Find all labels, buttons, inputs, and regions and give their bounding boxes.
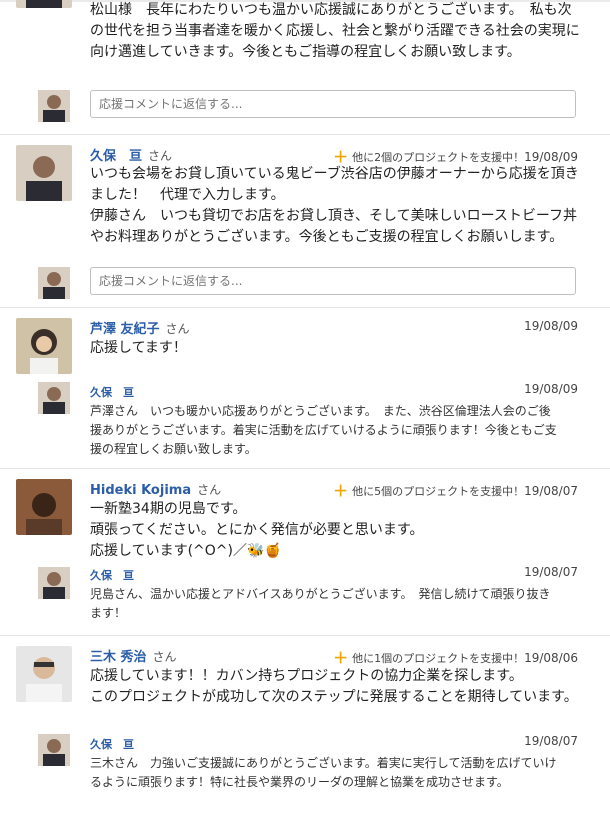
plus-icon: ＋ (333, 482, 349, 500)
avatar (16, 318, 72, 374)
reply-comment-input[interactable] (90, 267, 576, 295)
avatar (16, 145, 72, 201)
honorific: さん (197, 483, 222, 497)
comment-body: いつも会場をお貸し頂いている鬼ビーブ渋谷店の伊藤オーナーから応援を頂きました！ … (90, 166, 579, 245)
comment-meta: ＋他に1個のプロジェクトを支援中！19/08/06 (333, 647, 578, 668)
comment-date: 19/08/06 (524, 651, 578, 665)
reply-author[interactable]: 久保 亘 (90, 567, 134, 583)
comment-entry: 久保 亘さん ＋他に2個のプロジェクトを支援中！19/08/09 いつも会場をお… (0, 135, 610, 308)
commenter: Hideki Kojima さん (90, 479, 221, 498)
comment-list: 松山様 長年にわたりいつも温かい応援誠にありがとうございます。 私も次の世代を担… (0, 0, 610, 816)
avatar (16, 479, 72, 535)
comment-body: 応援しています！！カバン持ちプロジェクトの協力企業を探します。 このプロジェクト… (90, 668, 578, 705)
comment-entry: 芦澤 友紀子 さん 19/08/09 応援してます！ 久保 亘 19/08/09 … (0, 308, 610, 469)
honorific: さん (165, 322, 190, 336)
comment-entry: Hideki Kojima さん ＋他に5個のプロジェクトを支援中！19/08/0… (0, 469, 610, 636)
reply-date: 19/08/07 (524, 565, 578, 579)
honorific: さん (148, 149, 173, 163)
comment-meta: 19/08/09 (524, 319, 578, 333)
commenter-name[interactable]: 芦澤 友紀子 (90, 322, 160, 337)
comment-body: 松山様 長年にわたりいつも温かい応援誠にありがとうございます。 私も次の世代を担… (90, 2, 580, 60)
reply-date: 19/08/07 (524, 734, 578, 748)
other-projects-link[interactable]: 他に1個のプロジェクトを支援中！ (352, 652, 524, 665)
reply-text: 三木さん 力強いご支援誠にありがとうございます。着実に実行して活動を広げていける… (90, 756, 557, 789)
comment-body: 応援してます！ (90, 340, 187, 356)
reply-author[interactable]: 久保 亘 (90, 384, 134, 400)
commenter: 久保 亘さん (90, 145, 172, 164)
other-projects-link[interactable]: 他に2個のプロジェクトを支援中！ (352, 151, 524, 164)
comment-meta: ＋他に5個のプロジェクトを支援中！19/08/07 (333, 480, 578, 501)
reply-text: 児島さん、温かい応援とアドバイスありがとうございます。 発信し続けて頑張り抜きま… (90, 587, 551, 620)
commenter: 芦澤 友紀子 さん (90, 318, 190, 337)
avatar (38, 567, 70, 599)
reply-text: 芦澤さん いつも暖かい応援ありがとうございます。 また、渋谷区倫理法人会のご後援… (90, 404, 557, 456)
comment-date: 19/08/07 (524, 484, 578, 498)
avatar (16, 0, 72, 8)
other-projects-link[interactable]: 他に5個のプロジェクトを支援中！ (352, 485, 524, 498)
honorific: さん (152, 650, 177, 664)
plus-icon: ＋ (333, 649, 349, 667)
commenter: 三木 秀治 さん (90, 646, 177, 665)
reply-date: 19/08/09 (524, 382, 578, 396)
avatar (38, 382, 70, 414)
comment-date: 19/08/09 (524, 150, 578, 164)
commenter-name[interactable]: 久保 亘 (90, 149, 142, 164)
avatar (38, 734, 70, 766)
comment-entry: 三木 秀治 さん ＋他に1個のプロジェクトを支援中！19/08/06 応援していま… (0, 636, 610, 816)
avatar (38, 267, 70, 299)
reply-author[interactable]: 久保 亘 (90, 736, 134, 752)
commenter-name[interactable]: 三木 秀治 (90, 650, 147, 665)
comment-body: 一新塾34期の児島です。 頑張ってください。とにかく発信が必要と思います。 応援… (90, 501, 424, 559)
comment-entry: 松山様 長年にわたりいつも温かい応援誠にありがとうございます。 私も次の世代を担… (0, 0, 610, 135)
commenter-name[interactable]: Hideki Kojima (90, 483, 191, 498)
comment-date: 19/08/09 (524, 319, 578, 333)
avatar (16, 646, 72, 702)
reply-comment-input[interactable] (90, 90, 576, 118)
avatar (38, 90, 70, 122)
